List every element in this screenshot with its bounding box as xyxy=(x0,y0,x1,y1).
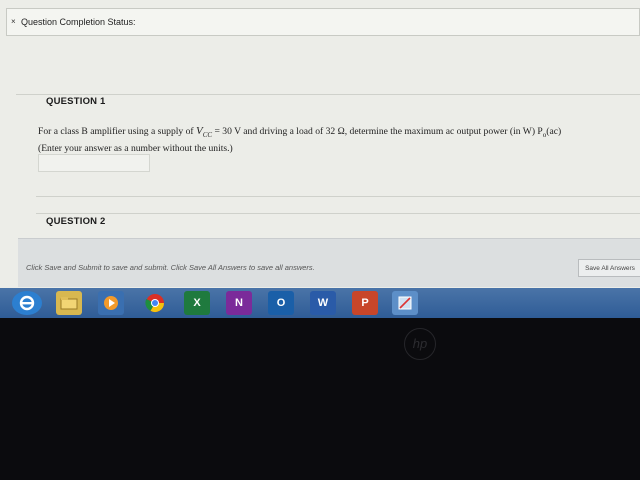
question-1-text: For a class B amplifier using a supply o… xyxy=(38,124,638,156)
save-bar: Click Save and Submit to save and submit… xyxy=(18,238,640,287)
save-instructions: Click Save and Submit to save and submit… xyxy=(26,263,315,272)
media-player-icon[interactable] xyxy=(98,291,124,315)
snipping-tool-icon[interactable] xyxy=(392,291,418,315)
collapse-toggle-icon[interactable]: × xyxy=(11,17,16,26)
windows-taskbar: X N O W P xyxy=(0,288,640,318)
question-1-prompt-part3: (ac) xyxy=(546,126,562,137)
divider xyxy=(36,196,640,197)
question-completion-status-label: Question Completion Status: xyxy=(21,17,136,27)
excel-icon[interactable]: X xyxy=(184,291,210,315)
question-1-prompt: For a class B amplifier using a supply o… xyxy=(38,124,638,142)
powerpoint-icon[interactable]: P xyxy=(352,291,378,315)
browser-screen: × Question Completion Status: QUESTION 1… xyxy=(0,0,640,318)
divider xyxy=(16,94,640,95)
save-all-answers-button[interactable]: Save All Answers xyxy=(578,259,640,277)
question-1-heading: QUESTION 1 xyxy=(46,96,106,107)
question-1-prompt-part1: For a class B amplifier using a supply o… xyxy=(38,126,197,137)
hp-logo: hp xyxy=(404,328,436,360)
question-1-prompt-part2: = 30 V and driving a load of 32 Ω, deter… xyxy=(212,126,543,137)
vcc-variable: VCC xyxy=(196,125,213,140)
question-completion-status-bar[interactable]: × Question Completion Status: xyxy=(6,8,640,36)
chrome-icon[interactable] xyxy=(142,291,168,315)
internet-explorer-icon[interactable] xyxy=(12,291,42,315)
question-1-answer-input[interactable] xyxy=(38,154,150,172)
file-explorer-icon[interactable] xyxy=(56,291,82,315)
question-2-heading: QUESTION 2 xyxy=(46,216,106,227)
assessment-page: × Question Completion Status: QUESTION 1… xyxy=(0,0,640,290)
onenote-icon[interactable]: N xyxy=(226,291,252,315)
divider xyxy=(36,213,640,214)
outlook-icon[interactable]: O xyxy=(268,291,294,315)
word-icon[interactable]: W xyxy=(310,291,336,315)
